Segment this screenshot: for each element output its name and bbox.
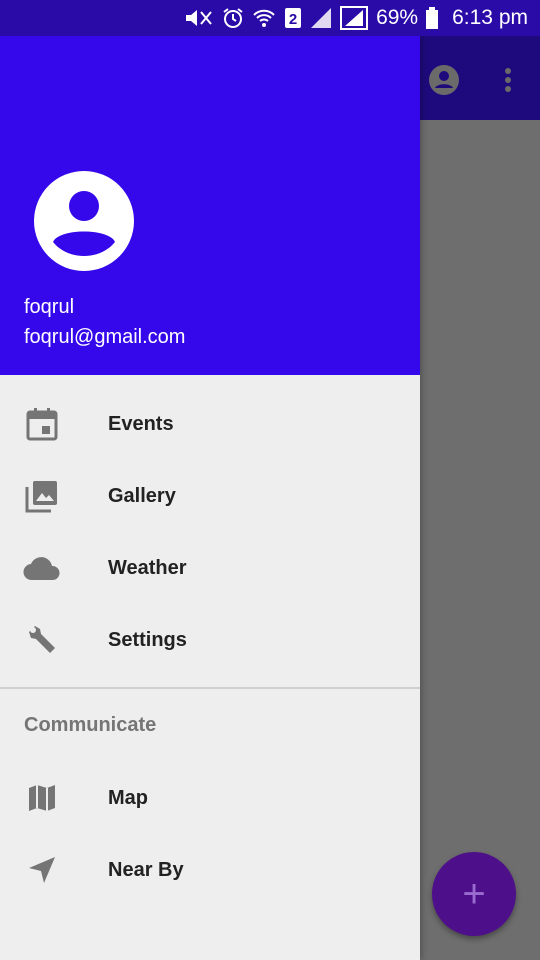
communicate-menu: Map Near By xyxy=(0,762,420,906)
section-title: Communicate xyxy=(24,714,157,736)
menu-item-weather[interactable]: Weather xyxy=(0,532,420,604)
map-icon xyxy=(22,778,62,818)
menu-item-events[interactable]: Events xyxy=(0,388,420,460)
menu-label: Events xyxy=(108,412,174,435)
divider xyxy=(0,687,420,689)
sim-2-icon: 2 xyxy=(284,7,302,29)
menu-item-gallery[interactable]: Gallery xyxy=(0,460,420,532)
more-vert-icon[interactable] xyxy=(492,64,524,96)
wifi-icon xyxy=(252,7,276,29)
clock: 6:13 pm xyxy=(452,6,528,29)
user-name: foqrul xyxy=(24,296,75,318)
photo-library-icon xyxy=(22,476,62,516)
signal-icon xyxy=(340,6,369,30)
menu-label: Weather xyxy=(108,556,187,579)
signal-icon xyxy=(310,7,332,29)
drawer-menu: Events Gallery Weather Settings xyxy=(0,388,420,676)
menu-label: Map xyxy=(108,786,148,809)
wrench-icon xyxy=(22,620,62,660)
battery-percent: 69% xyxy=(376,6,419,29)
account-circle-icon[interactable] xyxy=(33,170,135,272)
mute-icon xyxy=(184,8,214,28)
menu-item-settings[interactable]: Settings xyxy=(0,604,420,676)
menu-item-near-by[interactable]: Near By xyxy=(0,834,420,906)
drawer-header: foqrul foqrul@gmail.com xyxy=(0,36,420,375)
status-bar: 2 69% 6:13 pm xyxy=(0,0,540,36)
account-circle-icon[interactable] xyxy=(428,64,460,96)
add-icon: + xyxy=(462,871,486,916)
user-email: foqrul@gmail.com xyxy=(24,326,186,348)
alarm-icon xyxy=(222,7,244,29)
cloud-icon xyxy=(22,548,62,588)
menu-label: Near By xyxy=(108,858,184,881)
menu-label: Gallery xyxy=(108,484,176,507)
add-fab-button[interactable]: + xyxy=(432,852,516,936)
navigation-icon xyxy=(22,850,62,890)
svg-text:2: 2 xyxy=(289,11,297,28)
menu-label: Settings xyxy=(108,628,187,651)
navigation-drawer: foqrul foqrul@gmail.com Events Gallery W… xyxy=(0,36,420,960)
battery-icon xyxy=(426,7,439,29)
event-icon xyxy=(22,404,62,444)
menu-item-map[interactable]: Map xyxy=(0,762,420,834)
